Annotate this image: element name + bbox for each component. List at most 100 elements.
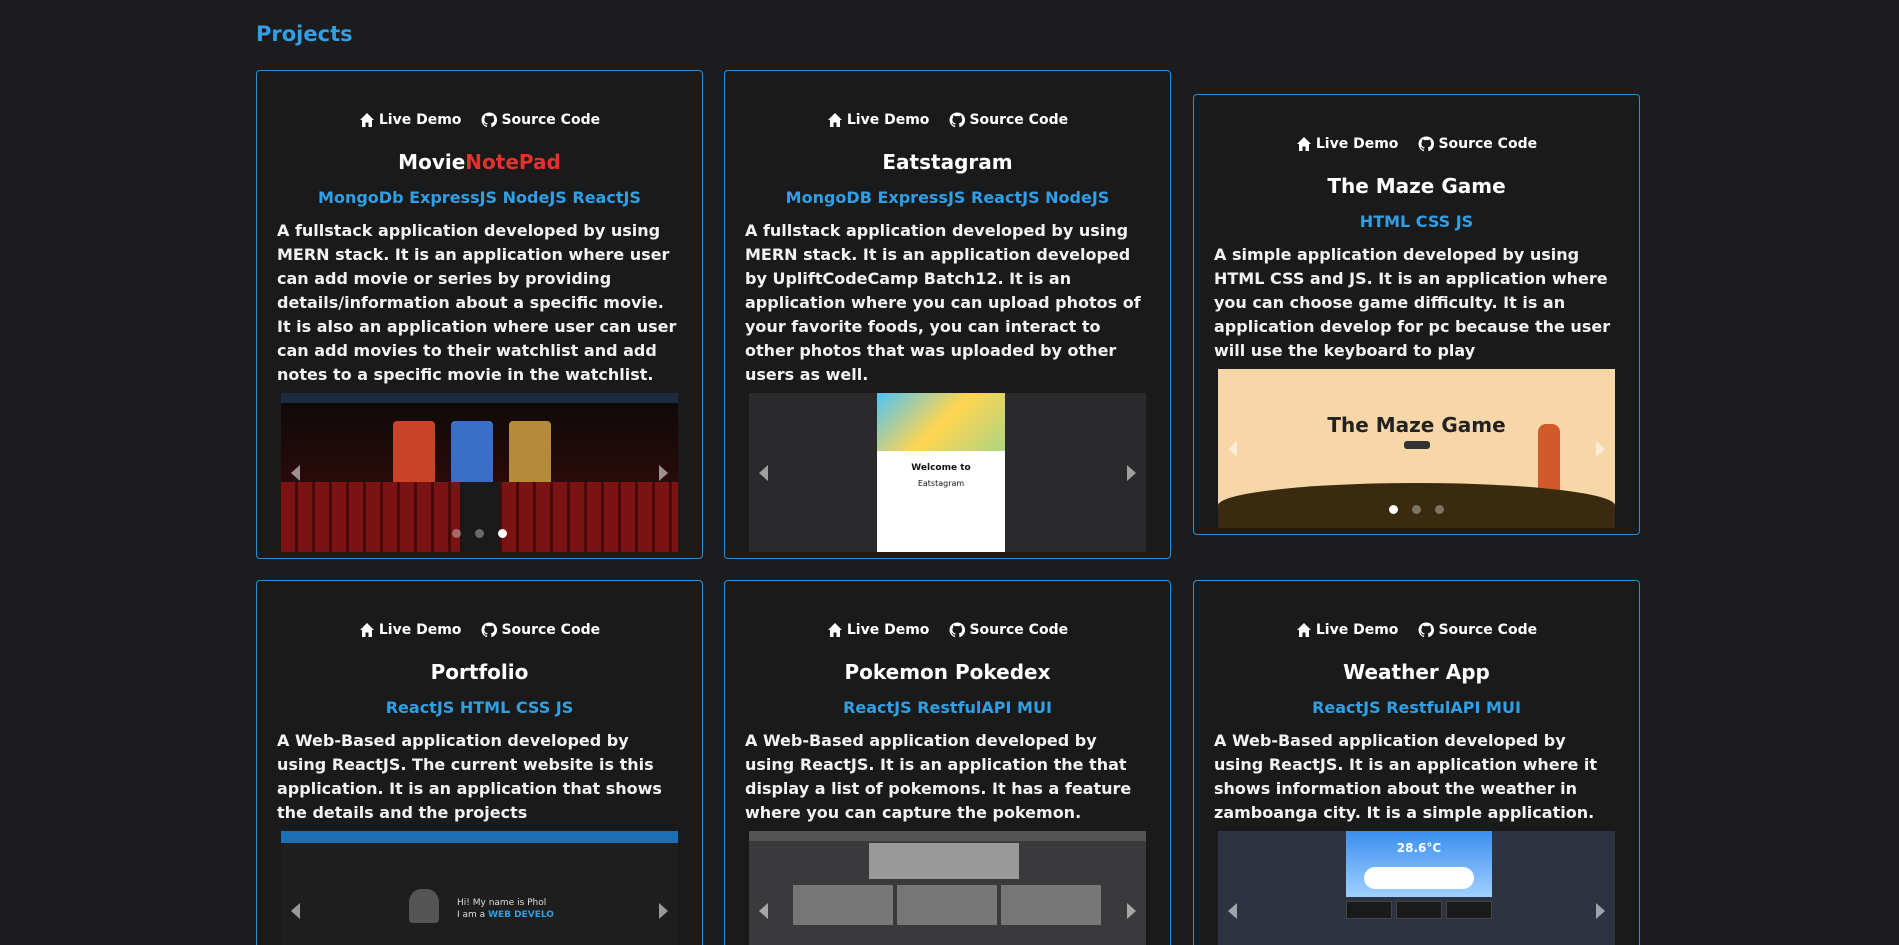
project-description: A Web-Based application developed by usi… — [277, 731, 662, 822]
poster — [451, 421, 493, 487]
tech-tags: ReactJS RestfulAPI MUI — [1312, 698, 1521, 717]
section-title: Projects — [256, 22, 353, 46]
card-title: Eatstagram — [882, 150, 1013, 174]
screenshot-carousel[interactable]: Welcome to Eatstagram — [749, 393, 1146, 552]
home-icon — [1296, 623, 1311, 637]
slide-greeting: Hi! My name is Phol — [457, 898, 547, 908]
slide-role-prefix: I am a — [457, 910, 486, 920]
source-code-link[interactable]: Source Code — [949, 622, 1068, 638]
card-links: Live Demo Source Code — [725, 622, 1170, 638]
github-icon — [1419, 136, 1435, 152]
screenshot-carousel[interactable]: The Maze Game — [1218, 369, 1615, 528]
project-card-weather: Live Demo Source Code Weather App ReactJ… — [1193, 580, 1640, 945]
home-icon — [827, 623, 842, 637]
project-description: A simple application developed by using … — [1214, 245, 1611, 360]
carousel-prev-arrow[interactable] — [291, 464, 300, 481]
carousel-next-arrow[interactable] — [1596, 440, 1605, 457]
home-icon — [359, 623, 374, 637]
screenshot-carousel[interactable] — [749, 831, 1146, 945]
tech-tags: MongoDB ExpressJS ReactJS NodeJS — [785, 188, 1110, 207]
weather-tile — [1346, 901, 1392, 919]
live-demo-link[interactable]: Live Demo — [827, 112, 930, 128]
pokemon-card — [793, 885, 893, 925]
tech-tags: ReactJS RestfulAPI MUI — [843, 698, 1052, 717]
live-demo-label: Live Demo — [846, 622, 930, 638]
live-demo-link[interactable]: Live Demo — [1296, 136, 1399, 152]
slide-navbar — [281, 831, 678, 843]
github-icon — [482, 622, 498, 638]
live-demo-label: Live Demo — [846, 112, 930, 128]
home-icon — [359, 113, 374, 127]
carousel-dot[interactable] — [498, 529, 507, 538]
source-code-label: Source Code — [501, 622, 601, 638]
carousel-dot[interactable] — [1389, 505, 1398, 514]
card-links: Live Demo Source Code — [1194, 136, 1639, 152]
carousel-dot[interactable] — [475, 529, 484, 538]
title-accent: NotePad — [465, 150, 561, 174]
slide-role: I am a WEB DEVELO — [457, 909, 554, 921]
slide-navbar — [749, 831, 1146, 841]
screenshot-carousel[interactable]: 28.6°C — [1218, 831, 1615, 945]
github-icon — [482, 112, 498, 128]
weather-tile — [1396, 901, 1442, 919]
slide-welcome-text: Welcome to — [911, 463, 971, 473]
carousel-next-arrow[interactable] — [659, 902, 668, 919]
carousel-dot[interactable] — [1412, 505, 1421, 514]
project-card-movienotepad: Live Demo Source Code MovieNotePad Mongo… — [256, 70, 703, 559]
card-title: MovieNotePad — [257, 150, 702, 174]
card-links: Live Demo Source Code — [257, 622, 702, 638]
live-demo-link[interactable]: Live Demo — [1296, 622, 1398, 638]
carousel-prev-arrow[interactable] — [1228, 440, 1237, 457]
carousel-prev-arrow[interactable] — [1228, 902, 1237, 919]
card-title: Pokemon Pokedex — [844, 660, 1051, 684]
slide-role-text: WEB DEVELO — [488, 910, 554, 920]
live-demo-label: Live Demo — [1315, 136, 1399, 152]
project-description: A fullstack application developed by usi… — [745, 221, 1141, 384]
carousel-next-arrow[interactable] — [659, 464, 668, 481]
project-card-maze-game: Live Demo Source Code The Maze Game HTML… — [1193, 94, 1640, 535]
live-demo-link[interactable]: Live Demo — [827, 622, 930, 638]
carousel-dot[interactable] — [452, 529, 461, 538]
source-code-link[interactable]: Source Code — [481, 112, 600, 128]
slide-logo-text: Eatstagram — [917, 479, 965, 488]
carousel-next-arrow[interactable] — [1127, 464, 1136, 481]
poster — [509, 421, 551, 487]
carousel-dots — [281, 529, 678, 538]
tech-tags: MongoDb ExpressJS NodeJS ReactJS — [318, 188, 641, 207]
carousel-next-arrow[interactable] — [1596, 902, 1605, 919]
live-demo-link[interactable]: Live Demo — [359, 622, 461, 638]
project-description: A fullstack application developed by usi… — [277, 221, 677, 384]
carousel-prev-arrow[interactable] — [759, 902, 768, 919]
screenshot-carousel[interactable]: Hi! My name is Phol I am a WEB DEVELO — [281, 831, 678, 945]
source-code-label: Source Code — [969, 622, 1069, 638]
source-code-label: Source Code — [1438, 622, 1538, 638]
github-icon — [950, 622, 966, 638]
pokemon-card — [897, 885, 997, 925]
card-title: Portfolio — [430, 660, 529, 684]
avatar — [409, 889, 439, 923]
source-code-link[interactable]: Source Code — [949, 112, 1068, 128]
slide-navbar — [281, 393, 678, 403]
source-code-label: Source Code — [969, 112, 1069, 128]
project-card-eatstagram: Live Demo Source Code Eatstagram MongoDB… — [724, 70, 1171, 559]
slide-type-grid — [869, 843, 1019, 879]
tech-tags: ReactJS HTML CSS JS — [385, 698, 574, 717]
source-code-label: Source Code — [1438, 136, 1538, 152]
slide-intro: Hi! My name is Phol I am a WEB DEVELO — [457, 897, 554, 921]
slide-aisle — [459, 482, 500, 552]
project-card-pokedex: Live Demo Source Code Pokemon Pokedex Re… — [724, 580, 1171, 945]
carousel-dot[interactable] — [1435, 505, 1444, 514]
source-code-link[interactable]: Source Code — [481, 622, 600, 638]
poster — [393, 421, 435, 487]
source-code-link[interactable]: Source Code — [1418, 622, 1537, 638]
carousel-prev-arrow[interactable] — [759, 464, 768, 481]
carousel-next-arrow[interactable] — [1127, 902, 1136, 919]
card-links: Live Demo Source Code — [257, 112, 702, 128]
screenshot-carousel[interactable] — [281, 393, 678, 552]
carousel-prev-arrow[interactable] — [291, 902, 300, 919]
github-icon — [1419, 622, 1435, 638]
live-demo-label: Live Demo — [378, 112, 462, 128]
slide-image: Welcome to Eatstagram — [877, 393, 1005, 552]
source-code-link[interactable]: Source Code — [1418, 136, 1537, 152]
live-demo-link[interactable]: Live Demo — [359, 112, 462, 128]
